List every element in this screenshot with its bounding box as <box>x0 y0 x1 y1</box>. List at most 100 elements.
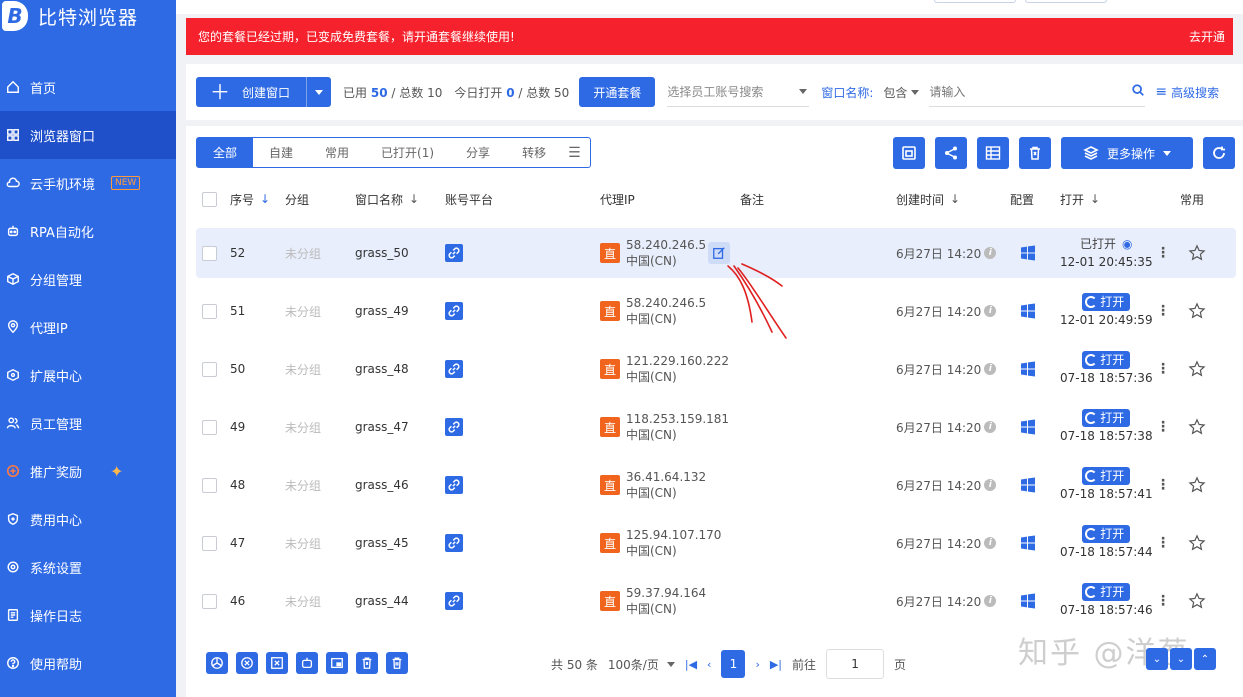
more-vert-icon[interactable]: ⋮ <box>1156 518 1170 568</box>
row-select[interactable] <box>202 402 217 452</box>
advanced-search-button[interactable]: ≡ 高级搜索 <box>1155 84 1219 101</box>
star-icon[interactable] <box>1188 576 1206 626</box>
info-icon[interactable]: i <box>984 479 997 491</box>
star-icon[interactable] <box>1188 228 1206 278</box>
more-vert-icon[interactable]: ⋮ <box>1156 460 1170 510</box>
search-icon[interactable] <box>1131 83 1145 100</box>
alert-activate-link[interactable]: 去开通 <box>1189 28 1225 45</box>
link-icon[interactable] <box>445 534 463 552</box>
sidebar-item-groups[interactable]: 分组管理 <box>0 255 176 303</box>
link-icon[interactable] <box>445 418 463 436</box>
row-platform[interactable] <box>445 228 463 278</box>
more-vert-icon[interactable]: ⋮ <box>1156 402 1170 452</box>
share-button[interactable] <box>935 137 967 169</box>
link-icon[interactable] <box>445 302 463 320</box>
list-view-button[interactable] <box>977 137 1009 169</box>
create-window-main[interactable]: ＋ 创建窗口 <box>196 77 308 107</box>
row-select[interactable] <box>202 518 217 568</box>
header-select-all[interactable] <box>202 191 217 207</box>
link-icon[interactable] <box>445 592 463 610</box>
more-actions-button[interactable]: 更多操作 <box>1061 137 1193 169</box>
row-platform[interactable] <box>445 576 463 626</box>
search-input[interactable] <box>929 84 1110 99</box>
star-icon[interactable] <box>1188 518 1206 568</box>
recycle-bin-button[interactable] <box>1019 137 1051 169</box>
edit-remark-icon[interactable] <box>708 242 730 264</box>
row-select[interactable] <box>202 460 217 510</box>
refresh-button[interactable] <box>1203 137 1235 169</box>
tab-common[interactable]: 常用 <box>309 138 365 167</box>
more-vert-icon[interactable]: ⋮ <box>1156 576 1170 626</box>
tab-self-created[interactable]: 自建 <box>253 138 309 167</box>
header-name[interactable]: 窗口名称 ↓ <box>355 191 419 208</box>
sidebar-item-extensions[interactable]: 扩展中心 <box>0 351 176 399</box>
batch-open-button[interactable] <box>206 652 228 674</box>
table-row[interactable]: 47 未分组 grass_45 直 125.94.107.170 中国(CN) 6… <box>196 518 1236 568</box>
sidebar-item-rpa[interactable]: RPA自动化 <box>0 207 176 255</box>
more-vert-icon[interactable]: ⋮ <box>1156 228 1170 278</box>
row-checkbox[interactable] <box>202 535 217 551</box>
open-window-button[interactable]: 打开 <box>1082 525 1131 543</box>
current-page[interactable]: 1 <box>721 650 746 678</box>
open-plan-button[interactable]: 开通套餐 <box>579 77 656 107</box>
star-icon[interactable] <box>1188 402 1206 452</box>
eye-icon[interactable]: ◉ <box>1122 235 1132 253</box>
app-logo[interactable]: B 比特浏览器 <box>0 0 176 40</box>
tab-transfer[interactable]: 转移 <box>506 138 562 167</box>
select-all-checkbox[interactable] <box>202 191 217 207</box>
batch-rpa-button[interactable] <box>296 652 318 674</box>
row-platform[interactable] <box>445 286 463 336</box>
open-window-button[interactable]: 打开 <box>1082 351 1131 369</box>
batch-window-button[interactable] <box>326 652 348 674</box>
sidebar-item-staff[interactable]: 员工管理 <box>0 399 176 447</box>
row-checkbox[interactable] <box>202 419 217 435</box>
star-icon[interactable] <box>1188 460 1206 510</box>
collapse-icon[interactable]: ⌄ <box>1146 648 1168 670</box>
row-checkbox[interactable] <box>202 593 217 609</box>
sidebar-item-browser-windows[interactable]: 浏览器窗口 <box>0 111 176 159</box>
scroll-top-icon[interactable]: ⌃ <box>1194 648 1216 670</box>
page-size-select[interactable]: 100条/页 <box>608 656 675 673</box>
batch-delete-button[interactable] <box>386 652 408 674</box>
link-icon[interactable] <box>445 244 463 262</box>
sidebar-item-billing[interactable]: 费用中心 <box>0 495 176 543</box>
table-row[interactable]: 48 未分组 grass_46 直 36.41.64.132 中国(CN) 6月2… <box>196 460 1236 510</box>
row-select[interactable] <box>202 344 217 394</box>
batch-close-button[interactable] <box>236 652 258 674</box>
info-icon[interactable]: i <box>984 595 997 607</box>
row-platform[interactable] <box>445 460 463 510</box>
last-page-icon[interactable]: ▶| <box>770 658 782 671</box>
more-vert-icon[interactable]: ⋮ <box>1156 286 1170 336</box>
next-page-icon[interactable]: › <box>755 658 759 671</box>
sort-lines-icon[interactable]: ☰ <box>568 145 581 161</box>
expand-icon[interactable]: ⌄ <box>1170 648 1192 670</box>
goto-page-input[interactable] <box>826 649 885 679</box>
row-select[interactable] <box>202 286 217 336</box>
table-row[interactable]: 50 未分组 grass_48 直 121.229.160.222 中国(CN) … <box>196 344 1236 394</box>
tab-opened[interactable]: 已打开(1) <box>365 138 450 167</box>
row-platform[interactable] <box>445 344 463 394</box>
row-checkbox[interactable] <box>202 361 217 377</box>
top-button-stub[interactable] <box>1025 0 1107 3</box>
star-icon[interactable] <box>1188 344 1206 394</box>
table-row[interactable]: 49 未分组 grass_47 直 118.253.159.181 中国(CN) … <box>196 402 1236 452</box>
table-row[interactable]: 46 未分组 grass_44 直 59.37.94.164 中国(CN) 6月2… <box>196 576 1236 626</box>
row-select[interactable] <box>202 576 217 626</box>
header-seq[interactable]: 序号 ↓ <box>230 191 270 208</box>
export-button[interactable] <box>893 137 925 169</box>
match-mode-select[interactable]: 包含 <box>883 84 920 101</box>
info-icon[interactable]: i <box>984 363 997 375</box>
tab-all[interactable]: 全部 <box>197 138 254 167</box>
sidebar-item-cloud-phone[interactable]: 云手机环境 NEW <box>0 159 176 207</box>
sidebar-item-proxy[interactable]: 代理IP <box>0 303 176 351</box>
row-select[interactable] <box>202 228 217 278</box>
row-platform[interactable] <box>445 402 463 452</box>
batch-close-all-button[interactable] <box>266 652 288 674</box>
first-page-icon[interactable]: |◀ <box>685 658 697 671</box>
sidebar-item-help[interactable]: 使用帮助 <box>0 639 176 687</box>
header-created[interactable]: 创建时间 ↓ <box>896 191 960 208</box>
open-window-button[interactable]: 打开 <box>1082 409 1131 427</box>
open-window-button[interactable]: 打开 <box>1082 293 1131 311</box>
link-icon[interactable] <box>445 476 463 494</box>
info-icon[interactable]: i <box>984 305 997 317</box>
